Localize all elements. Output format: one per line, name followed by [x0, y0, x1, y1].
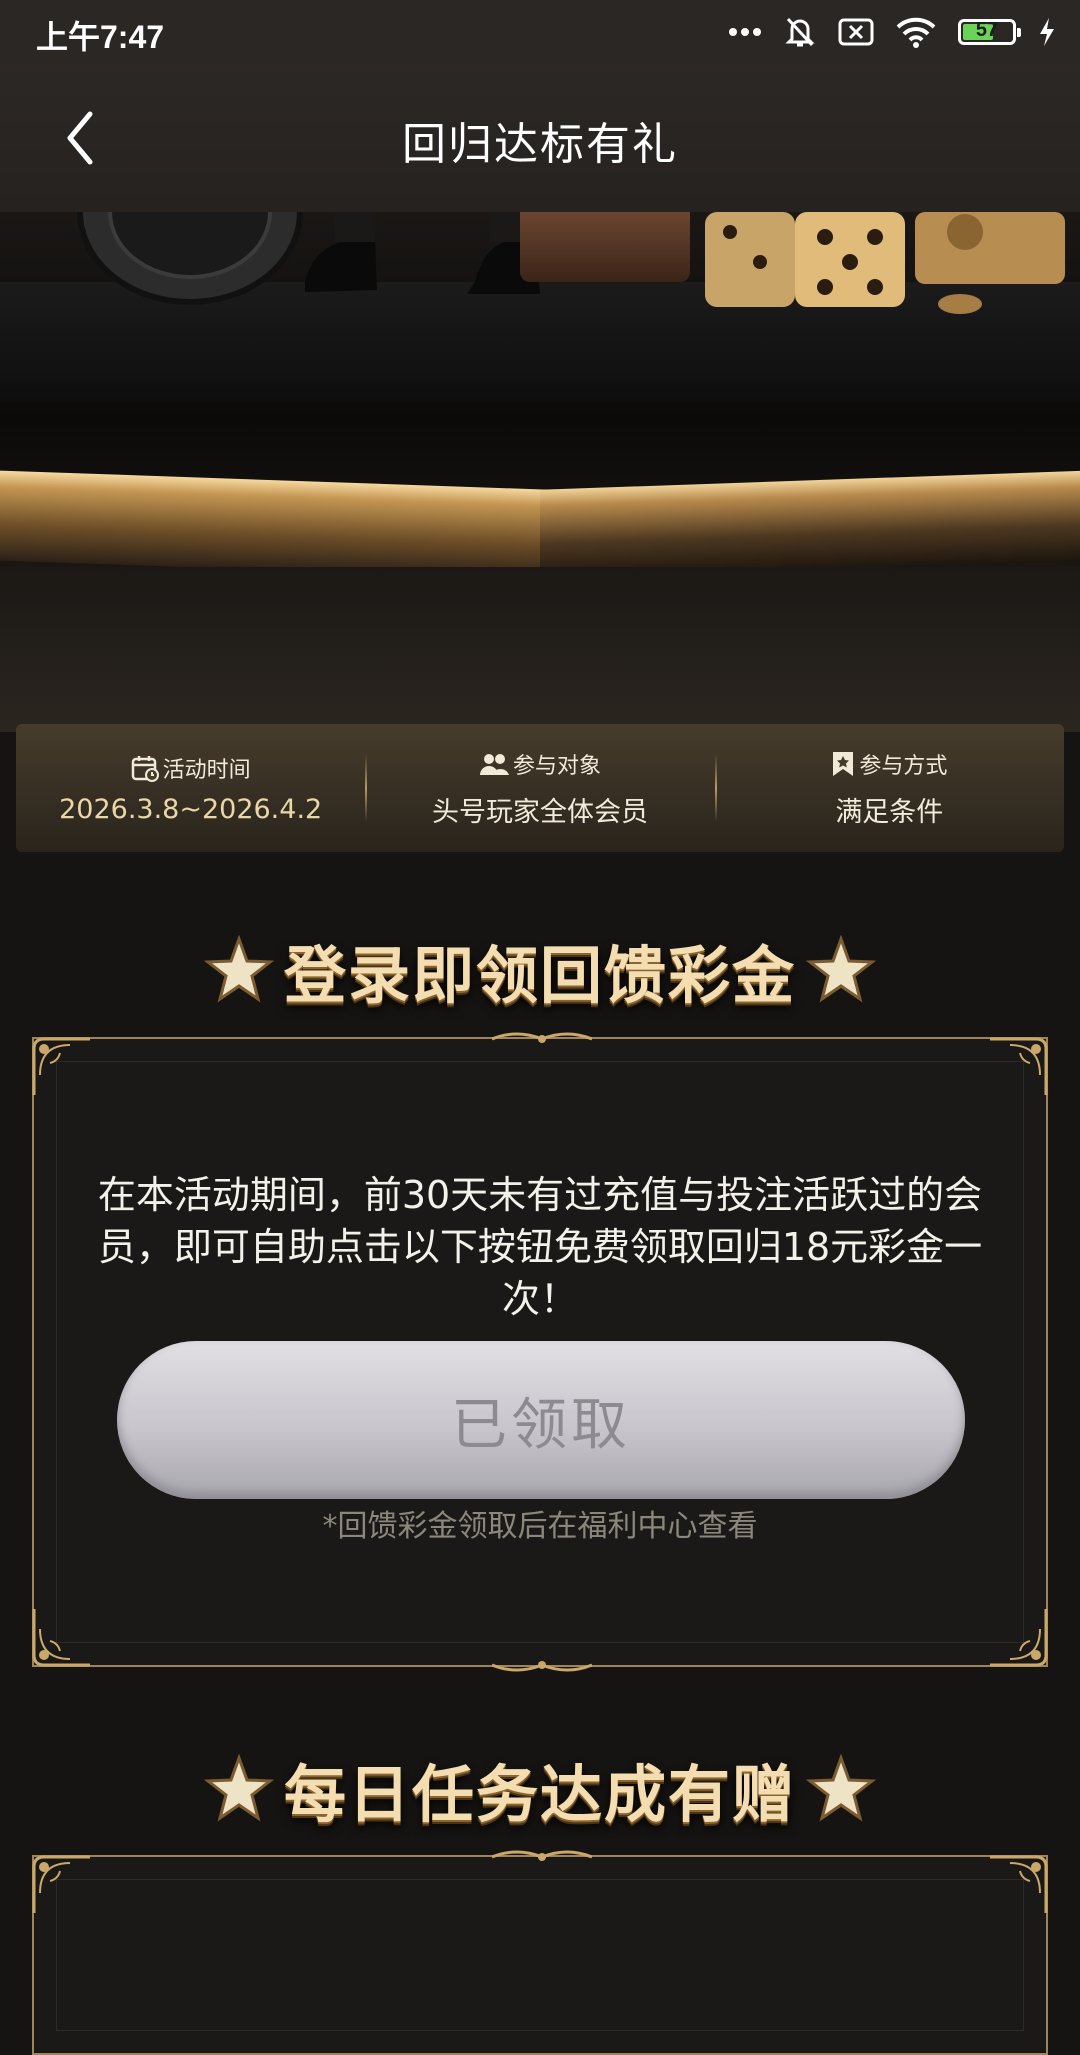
hero-banner-image	[0, 212, 1080, 732]
activity-target-label: 参与对象	[512, 753, 601, 779]
bell-off-icon	[785, 17, 815, 47]
section-title-text: 登录即领回馈彩金	[283, 939, 796, 1012]
more-dots-icon	[729, 28, 761, 36]
activity-time-label: 活动时间	[162, 757, 251, 783]
status-icons: 57	[728, 14, 1056, 50]
corner-ornament-icon	[32, 1855, 90, 1913]
nav-bar: 回归达标有礼	[0, 64, 1080, 212]
section-title-daily: 每日任务达成有赠	[0, 1744, 1080, 1834]
corner-ornament-icon	[990, 1855, 1048, 1913]
page-title: 回归达标有礼	[402, 119, 678, 170]
dice-image	[705, 212, 1065, 314]
star-icon	[203, 935, 274, 1003]
divider-ornament-icon	[492, 1661, 592, 1672]
activity-method-value: 满足条件	[835, 796, 944, 828]
battery-level: 57	[975, 19, 999, 41]
shoes-image	[305, 212, 540, 294]
login-bonus-card: 在本活动期间，前30天未有过充值与投注活跃过的会员，即可自助点击以下按钮免费领取…	[32, 1032, 1048, 1672]
star-icon	[203, 1754, 274, 1822]
battery-icon: 57	[958, 19, 1021, 45]
activity-info-bar: 活动时间 2026.3.8~2026.4.2 参与对象 头号玩家全体会员 参与方…	[16, 724, 1064, 852]
activity-method: 参与方式 满足条件	[714, 724, 1064, 852]
bookmark-star-icon	[833, 751, 854, 776]
claim-note: *回馈彩金领取后在福利中心查看	[322, 1509, 758, 1544]
charging-icon	[1040, 18, 1054, 46]
users-icon	[479, 753, 509, 775]
activity-time: 活动时间 2026.3.8~2026.4.2	[16, 724, 365, 852]
daily-task-card	[32, 1850, 1048, 2055]
poker-chip-image	[77, 212, 303, 305]
calendar-icon	[131, 755, 159, 782]
activity-method-label: 参与方式	[859, 753, 948, 779]
divider-ornament-icon	[492, 1850, 592, 1861]
activity-time-value: 2026.3.8~2026.4.2	[59, 793, 323, 825]
status-time: 上午7:47	[36, 19, 165, 55]
section-title-text: 每日任务达成有赠	[283, 1758, 796, 1831]
divider-ornament-icon	[492, 1032, 592, 1043]
wifi-icon	[896, 17, 936, 48]
claim-bonus-button[interactable]: 已领取	[117, 1341, 965, 1499]
star-icon	[806, 1754, 876, 1822]
corner-ornament-icon	[32, 1037, 90, 1095]
sim-off-icon	[838, 18, 874, 46]
corner-ornament-icon	[32, 1609, 90, 1667]
bonus-description: 在本活动期间，前30天未有过充值与投注活跃过的会员，即可自助点击以下按钮免费领取…	[97, 1173, 983, 1321]
activity-target-value: 头号玩家全体会员	[431, 796, 648, 828]
status-bar: 上午7:47 57	[0, 0, 1080, 64]
star-icon	[806, 935, 876, 1003]
section-title-login: 登录即领回馈彩金	[0, 925, 1080, 1015]
activity-target: 参与对象 头号玩家全体会员	[365, 724, 714, 852]
corner-ornament-icon	[990, 1037, 1048, 1095]
corner-ornament-icon	[990, 1609, 1048, 1667]
